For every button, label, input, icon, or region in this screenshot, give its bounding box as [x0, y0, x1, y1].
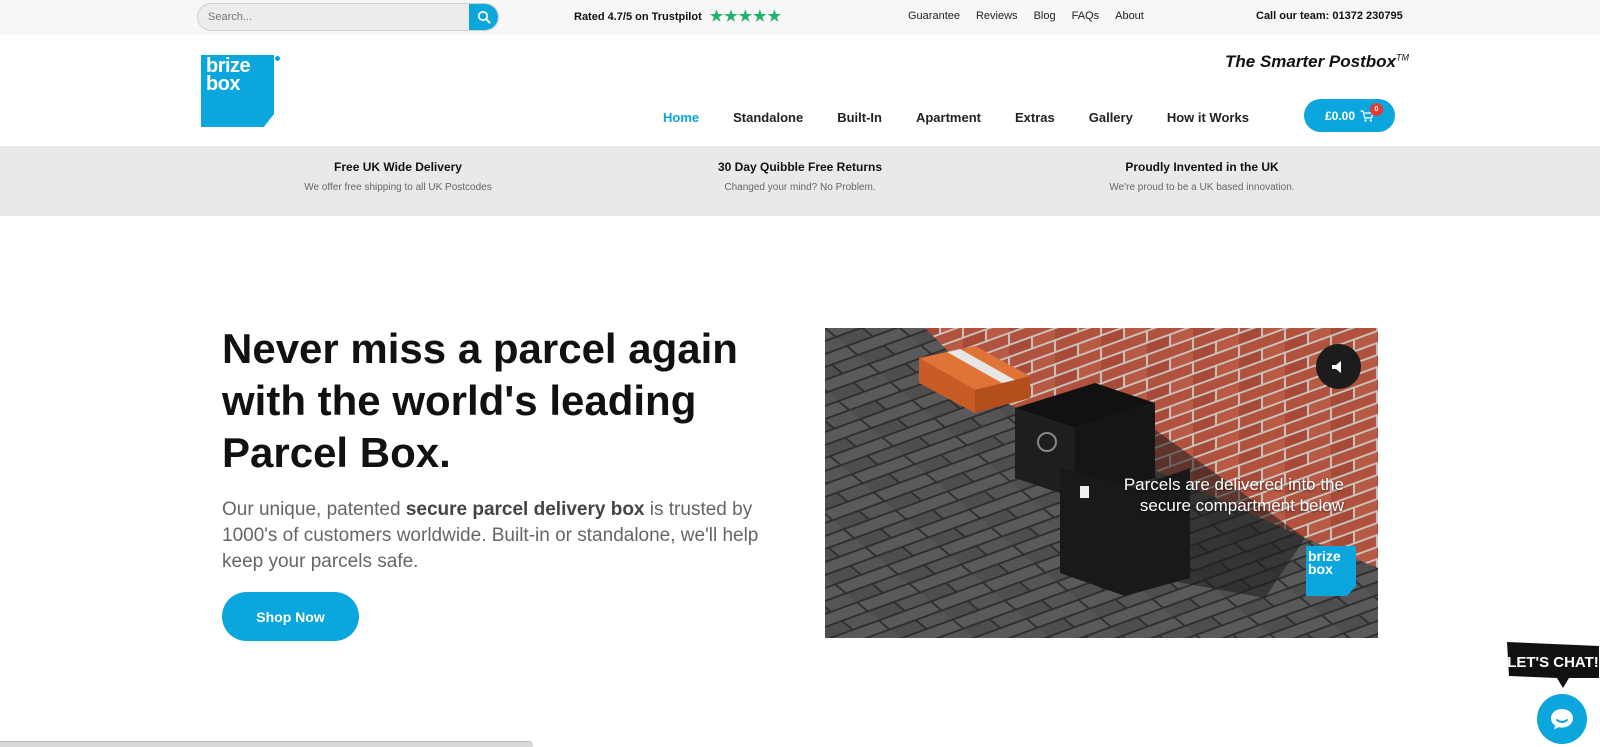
nav-home[interactable]: Home: [663, 110, 699, 125]
tagline-text: The Smarter Postbox: [1225, 52, 1396, 71]
star-icon: ★: [753, 8, 767, 25]
hero-sub-text: Our unique, patented: [222, 499, 406, 520]
nav-how-it-works[interactable]: How it Works: [1167, 110, 1249, 125]
search-icon: [477, 10, 490, 24]
call-our-team[interactable]: Call our team: 01372 230795: [1256, 10, 1403, 22]
main-nav: Home Standalone Built-In Apartment Extra…: [663, 110, 1283, 125]
benefit-returns: 30 Day Quibble Free Returns Changed your…: [650, 160, 950, 193]
caption-line-2: secure compartment below: [1139, 496, 1344, 515]
top-link-guarantee[interactable]: Guarantee: [908, 10, 960, 22]
search-input[interactable]: [198, 4, 468, 30]
search-box: [197, 3, 499, 31]
cart-count-badge: 0: [1370, 103, 1383, 116]
star-icon: ★: [724, 8, 738, 25]
top-utility-bar: Rated 4.7/5 on Trustpilot ★ ★ ★ ★ ★ Guar…: [0, 0, 1600, 35]
cart-button[interactable]: £0.00: [1304, 99, 1395, 132]
rating-stars: ★ ★ ★ ★ ★: [709, 8, 782, 25]
nav-apartment[interactable]: Apartment: [916, 110, 981, 125]
trademark-mark: TM: [1396, 52, 1409, 63]
watermark-line-2: box: [1308, 561, 1333, 577]
brand-logo-text: brize box: [206, 56, 251, 95]
speech-bubble-icon: LET'S CHAT!: [1507, 642, 1599, 688]
video-watermark-text: brize box: [1308, 549, 1341, 577]
top-links: Guarantee Reviews Blog FAQs About: [908, 10, 1160, 22]
benefit-subtitle: Changed your mind? No Problem.: [724, 182, 876, 193]
trustpilot-rating[interactable]: Rated 4.7/5 on Trustpilot ★ ★ ★ ★ ★: [574, 8, 782, 25]
trustpilot-text: Rated 4.7/5 on Trustpilot: [574, 11, 702, 23]
benefit-title: 30 Day Quibble Free Returns: [717, 160, 883, 174]
chat-icon: [1551, 709, 1573, 730]
benefit-delivery: Free UK Wide Delivery We offer free ship…: [248, 160, 548, 193]
benefit-title: Proudly Invented in the UK: [1125, 160, 1279, 174]
benefit-invented-uk: Proudly Invented in the UK We're proud t…: [1052, 160, 1352, 193]
star-icon: ★: [709, 8, 724, 25]
video-caption: Parcels are delivered into the secure co…: [1080, 474, 1344, 516]
benefit-title: Free UK Wide Delivery: [334, 160, 462, 174]
top-link-about[interactable]: About: [1115, 10, 1144, 22]
nav-standalone[interactable]: Standalone: [733, 110, 803, 125]
lets-chat-label: LET'S CHAT!: [1507, 654, 1599, 671]
cart-total: £0.00: [1324, 108, 1356, 123]
speaker-muted-icon: [1331, 360, 1341, 373]
logo-line-2: box: [206, 73, 241, 95]
star-icon: ★: [767, 8, 782, 25]
hero-subtitle: Our unique, patented secure parcel deliv…: [222, 497, 772, 575]
nav-extras[interactable]: Extras: [1015, 110, 1055, 125]
top-link-blog[interactable]: Blog: [1034, 10, 1056, 22]
tagline: The Smarter PostboxTM: [1225, 52, 1409, 72]
benefit-subtitle: We're proud to be a UK based innovation.: [1109, 182, 1295, 193]
top-link-reviews[interactable]: Reviews: [976, 10, 1018, 22]
search-button[interactable]: [469, 4, 498, 30]
benefit-subtitle: We offer free shipping to all UK Postcod…: [304, 182, 492, 193]
mute-button[interactable]: [1316, 344, 1361, 389]
nav-gallery[interactable]: Gallery: [1089, 110, 1133, 125]
hero-title: Never miss a parcel again with the world…: [222, 325, 738, 476]
bottom-notification-bar: [0, 741, 533, 747]
caption-line-1: Parcels are delivered into the: [1123, 475, 1344, 494]
nav-built-in[interactable]: Built-In: [837, 110, 882, 125]
lets-chat-bubble[interactable]: LET'S CHAT!: [1505, 640, 1600, 690]
hero-sub-highlight: secure parcel delivery box: [405, 499, 645, 520]
star-icon: ★: [738, 8, 753, 25]
benefits-strip: Free UK Wide Delivery We offer free ship…: [0, 146, 1600, 216]
registered-mark-dot: [275, 56, 280, 61]
chat-launcher-button[interactable]: [1537, 694, 1587, 744]
shop-now-button[interactable]: Shop Now: [222, 592, 359, 641]
top-link-faqs[interactable]: FAQs: [1072, 10, 1100, 22]
